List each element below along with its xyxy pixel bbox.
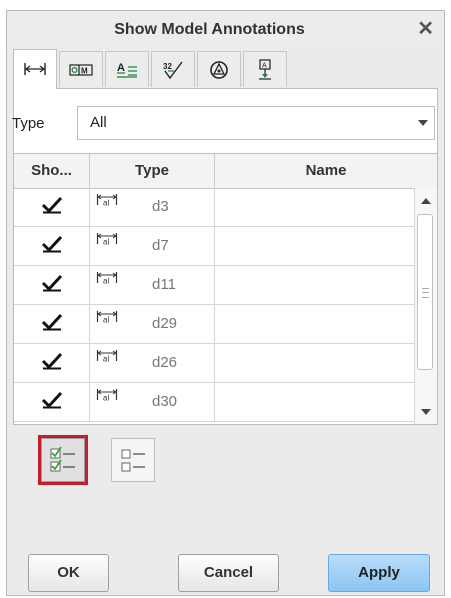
annotations-table: Sho... Type Name al d3 al d7 al d11 al d29 al d26… xyxy=(13,153,438,425)
svg-text:al: al xyxy=(103,277,109,286)
select-all-icon xyxy=(50,446,75,472)
scroll-down-icon[interactable] xyxy=(415,400,437,422)
show-cell xyxy=(14,305,90,343)
table-row[interactable]: al d26 xyxy=(14,344,414,383)
svg-text:M: M xyxy=(81,66,88,75)
table-header: Sho... Type Name xyxy=(14,154,437,189)
dimension-tab-icon xyxy=(24,62,46,75)
column-header-type[interactable]: Type xyxy=(90,154,215,188)
show-checkbox[interactable] xyxy=(41,196,63,219)
column-header-show[interactable]: Sho... xyxy=(14,154,90,188)
dimension-icon: al xyxy=(96,311,118,325)
show-cell xyxy=(14,344,90,382)
svg-text:al: al xyxy=(103,394,109,403)
deselect-all-icon xyxy=(121,449,145,472)
name-cell: d11 xyxy=(152,276,176,293)
scrollbar-thumb[interactable] xyxy=(417,214,433,370)
table-row[interactable]: al d30 xyxy=(14,383,414,422)
symbol-tab-icon xyxy=(210,60,228,79)
name-cell: d26 xyxy=(152,354,178,371)
table-row[interactable]: al d3 xyxy=(14,188,414,227)
show-checkbox[interactable] xyxy=(41,274,63,297)
title-bar[interactable]: Show Model Annotations ✕ xyxy=(7,11,444,48)
deselect-all-button[interactable] xyxy=(111,438,155,482)
show-checkbox[interactable] xyxy=(41,313,63,336)
select-all-button[interactable] xyxy=(41,438,85,482)
dimension-icon: al xyxy=(96,389,118,403)
show-cell xyxy=(14,383,90,421)
scroll-up-icon[interactable] xyxy=(415,190,437,212)
dimension-icon: al xyxy=(96,272,118,286)
dimension-icon: al xyxy=(96,194,118,208)
svg-text:32: 32 xyxy=(163,62,172,71)
type-filter-value: All xyxy=(90,114,107,131)
tab-geometric-tolerances[interactable]: M xyxy=(59,51,103,87)
tab-symbols[interactable] xyxy=(197,51,241,87)
surface-finish-tab-icon: 32 xyxy=(163,61,183,79)
apply-button[interactable]: Apply xyxy=(328,554,430,592)
show-model-annotations-dialog: Show Model Annotations ✕ M A 32 A Type A… xyxy=(6,10,445,596)
show-cell xyxy=(14,227,90,265)
tab-notes[interactable]: A xyxy=(105,51,149,87)
gtol-tab-icon: M xyxy=(69,63,93,76)
tab-dimensions[interactable] xyxy=(13,49,57,89)
name-cell: d29 xyxy=(152,315,178,332)
dimension-icon: al xyxy=(96,350,118,364)
type-filter-label: Type xyxy=(12,115,45,132)
type-filter-select[interactable]: All xyxy=(77,106,435,140)
svg-text:A: A xyxy=(262,62,267,69)
dimension-icon: al xyxy=(96,233,118,247)
close-icon[interactable]: ✕ xyxy=(417,11,434,48)
vertical-scrollbar[interactable] xyxy=(414,188,437,424)
chevron-down-icon[interactable] xyxy=(412,107,434,139)
svg-text:al: al xyxy=(103,316,109,325)
table-row[interactable]: al d11 xyxy=(14,266,414,305)
column-header-name[interactable]: Name xyxy=(215,154,437,188)
tab-surface-finish[interactable]: 32 xyxy=(151,51,195,87)
svg-text:A: A xyxy=(117,62,125,74)
datum-tab-icon: A xyxy=(259,58,271,80)
show-cell xyxy=(14,266,90,304)
show-checkbox[interactable] xyxy=(41,235,63,258)
svg-text:al: al xyxy=(103,238,109,247)
cancel-button[interactable]: Cancel xyxy=(178,554,279,592)
selection-toolbar xyxy=(13,425,438,513)
name-cell: d30 xyxy=(152,393,178,410)
name-cell: d7 xyxy=(152,237,169,254)
ok-button[interactable]: OK xyxy=(28,554,109,592)
show-checkbox[interactable] xyxy=(41,352,63,375)
annotation-type-tabs: M A 32 A xyxy=(13,49,438,89)
note-tab-icon: A xyxy=(117,62,137,78)
show-cell xyxy=(14,188,90,226)
show-checkbox[interactable] xyxy=(41,391,63,414)
table-row[interactable]: al d7 xyxy=(14,227,414,266)
svg-text:al: al xyxy=(103,199,109,208)
tab-datums[interactable]: A xyxy=(243,51,287,87)
name-cell: d3 xyxy=(152,198,169,215)
dialog-title: Show Model Annotations xyxy=(114,21,305,38)
svg-text:al: al xyxy=(103,355,109,364)
table-row[interactable]: al d29 xyxy=(14,305,414,344)
